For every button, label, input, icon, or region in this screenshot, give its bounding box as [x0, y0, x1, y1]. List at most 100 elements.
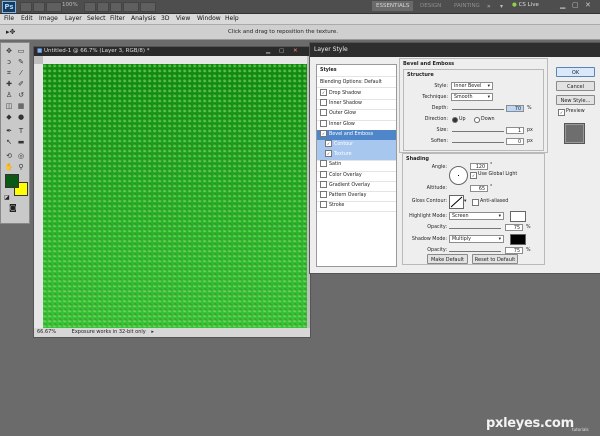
style-item-checkbox[interactable]: ✓: [325, 150, 332, 158]
type-tool-icon[interactable]: T: [16, 127, 26, 136]
eyedropper-tool-icon[interactable]: ⁄: [16, 69, 26, 78]
gloss-contour-picker[interactable]: [449, 195, 464, 209]
workspace-more-icon[interactable]: »: [487, 3, 491, 10]
preview-checkbox[interactable]: ✓: [558, 109, 565, 116]
style-item-checkbox[interactable]: ✓: [320, 129, 327, 137]
highlight-opacity-slider[interactable]: [449, 228, 501, 229]
brush-tool-icon[interactable]: ✐: [16, 80, 26, 89]
minimize-icon[interactable]: ▁: [560, 1, 565, 9]
angle-dial[interactable]: [449, 166, 468, 185]
menu-view[interactable]: View: [176, 15, 190, 23]
style-item-checkbox[interactable]: [320, 119, 327, 127]
altitude-field[interactable]: 65: [470, 185, 488, 192]
menu-layer[interactable]: Layer: [65, 15, 82, 23]
workspace-design[interactable]: DESIGN: [416, 1, 445, 11]
style-item-checkbox[interactable]: [320, 191, 327, 198]
marquee-tool-icon[interactable]: ▭: [16, 47, 26, 56]
size-slider[interactable]: [452, 131, 504, 132]
angle-field[interactable]: 120: [470, 163, 488, 170]
blending-options-item[interactable]: Blending Options: Default: [317, 78, 396, 89]
reset-to-default-button[interactable]: Reset to Default: [472, 254, 518, 264]
history-brush-icon[interactable]: ↺: [16, 91, 26, 100]
style-item-checkbox[interactable]: [320, 170, 327, 178]
style-dropdown[interactable]: Inner Bevel ▾: [451, 82, 493, 90]
highlight-opacity-field[interactable]: 75: [505, 224, 523, 231]
blur-tool-icon[interactable]: ◆: [4, 113, 14, 122]
menu-file[interactable]: File: [4, 15, 14, 23]
foreground-color-swatch[interactable]: [5, 174, 19, 188]
direction-up-radio[interactable]: [452, 117, 458, 123]
zoom-tool-icon[interactable]: ⚲: [16, 163, 26, 172]
quick-mask-icon[interactable]: ◙: [9, 203, 17, 212]
eraser-tool-icon[interactable]: ◫: [4, 102, 14, 111]
clone-stamp-icon[interactable]: ♙: [4, 91, 14, 100]
highlight-mode-dropdown[interactable]: Screen ▾: [449, 212, 504, 220]
new-style-button[interactable]: New Style...: [556, 95, 595, 105]
menu-edit[interactable]: Edit: [21, 15, 33, 23]
view-extras-button[interactable]: [46, 2, 62, 12]
style-item-checkbox[interactable]: [320, 160, 327, 168]
crop-tool-icon[interactable]: ⌗: [4, 69, 14, 78]
workspace-menu-icon[interactable]: ▾: [500, 3, 503, 10]
healing-brush-icon[interactable]: ✚: [4, 80, 14, 89]
minibridge-button[interactable]: [33, 2, 45, 12]
doc-maximize-icon[interactable]: ▢: [279, 47, 284, 56]
status-menu-icon[interactable]: ▸: [151, 329, 154, 335]
style-item-checkbox[interactable]: [320, 201, 327, 209]
shadow-mode-dropdown[interactable]: Multiply ▾: [449, 235, 504, 243]
3d-rotate-icon[interactable]: ⟲: [4, 152, 14, 161]
menu-select[interactable]: Select: [87, 15, 106, 23]
make-default-button[interactable]: Make Default: [427, 254, 468, 264]
anti-aliased-checkbox[interactable]: [472, 199, 479, 206]
style-item-checkbox[interactable]: ✓: [320, 89, 327, 96]
technique-dropdown[interactable]: Smooth ▾: [451, 93, 493, 101]
green-scale-texture-canvas[interactable]: [43, 64, 307, 328]
menu-analysis[interactable]: Analysis: [131, 15, 156, 23]
styles-header[interactable]: Styles: [317, 65, 396, 77]
dialog-title-bar[interactable]: Layer Style: [310, 43, 600, 57]
highlight-color-swatch[interactable]: [510, 211, 526, 222]
hand-tool-button[interactable]: [84, 2, 96, 12]
dodge-tool-icon[interactable]: ●: [16, 113, 26, 122]
style-item-checkbox[interactable]: ✓: [325, 140, 332, 147]
shape-tool-icon[interactable]: ▬: [16, 138, 26, 147]
shadow-opacity-field[interactable]: 75: [505, 247, 523, 254]
menu-3d[interactable]: 3D: [161, 15, 169, 23]
zoom-tool-button[interactable]: [97, 2, 109, 12]
cslive-button[interactable]: ● CS Live: [512, 2, 552, 10]
path-select-icon[interactable]: ↖: [4, 138, 14, 147]
move-tool-icon[interactable]: ✥: [4, 47, 14, 56]
soften-slider[interactable]: [452, 142, 504, 143]
zoom-level[interactable]: 100%: [62, 2, 78, 8]
direction-down-radio[interactable]: [474, 117, 480, 123]
document-title-bar[interactable]: ■ Untitled-1 @ 66.7% (Layer 3, RGB/8) * …: [34, 47, 310, 56]
global-light-checkbox[interactable]: ✓: [470, 172, 477, 179]
rotate-view-button[interactable]: [110, 2, 122, 12]
bridge-button[interactable]: [20, 2, 32, 12]
shadow-color-swatch[interactable]: [510, 234, 526, 245]
depth-field[interactable]: 70: [506, 105, 524, 112]
close-icon[interactable]: ✕: [585, 1, 591, 9]
default-colors-icon[interactable]: ◪: [4, 194, 10, 201]
3d-orbit-icon[interactable]: ◎: [16, 152, 26, 161]
style-item-checkbox[interactable]: [320, 99, 327, 107]
style-item-checkbox[interactable]: [320, 180, 327, 188]
size-field[interactable]: 1: [506, 127, 524, 134]
document-zoom[interactable]: 66.67%: [37, 329, 56, 335]
depth-slider[interactable]: [452, 109, 504, 110]
pen-tool-icon[interactable]: ✒: [4, 127, 14, 136]
menu-filter[interactable]: Filter: [110, 15, 125, 23]
cancel-button[interactable]: Cancel: [556, 81, 595, 91]
style-item-checkbox[interactable]: [320, 109, 327, 117]
style-item-stroke[interactable]: Stroke: [317, 201, 396, 213]
maximize-icon[interactable]: ▢: [572, 1, 579, 9]
ok-button[interactable]: OK: [556, 67, 595, 77]
quick-select-icon[interactable]: ✎: [16, 58, 26, 67]
doc-close-icon[interactable]: ✕: [293, 47, 298, 56]
menu-help[interactable]: Help: [225, 15, 239, 23]
workspace-painting[interactable]: PAINTING: [450, 1, 484, 11]
screen-mode-button[interactable]: [140, 2, 156, 12]
doc-minimize-icon[interactable]: ▁: [266, 47, 270, 56]
hand-tool-icon[interactable]: ✋: [4, 163, 14, 172]
shadow-opacity-slider[interactable]: [449, 251, 501, 252]
